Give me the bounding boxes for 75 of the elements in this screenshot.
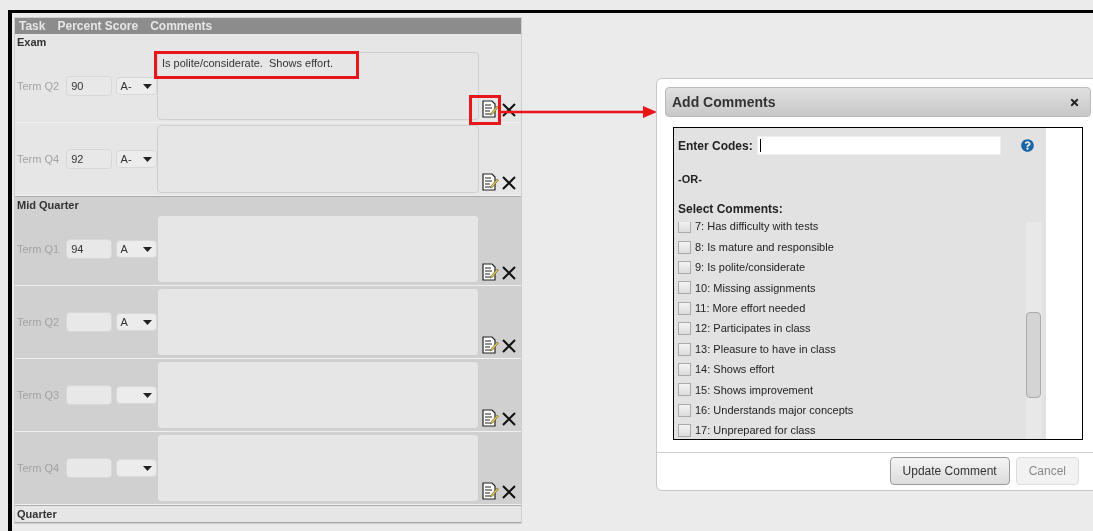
- score-field[interactable]: [66, 458, 112, 478]
- comment-option[interactable]: 13: Pleasure to have in class: [695, 340, 836, 358]
- delete-icon[interactable]: [501, 411, 517, 427]
- edit-note-icon[interactable]: [481, 409, 499, 427]
- grade-select[interactable]: [115, 459, 157, 477]
- select-comments-label: Select Comments:: [678, 200, 784, 218]
- term-label: Term Q2: [17, 78, 61, 94]
- dropdown-caret-icon: [143, 246, 152, 252]
- dropdown-caret-icon: [143, 319, 152, 325]
- delete-icon[interactable]: [501, 175, 517, 191]
- score-field[interactable]: [66, 312, 112, 332]
- comment-field[interactable]: Is polite/considerate. Shows effort.: [157, 52, 479, 120]
- comment-option[interactable]: 12: Participates in class: [695, 320, 811, 337]
- grade-select[interactable]: A: [115, 240, 157, 258]
- comment-option[interactable]: 14: Shows effort: [695, 361, 775, 378]
- dropdown-caret-icon: [143, 83, 152, 89]
- comment-option[interactable]: 11: More effort needed: [695, 300, 806, 317]
- edit-note-icon[interactable]: [481, 336, 499, 354]
- comment-checkbox[interactable]: [678, 281, 691, 295]
- grade-select[interactable]: A-: [115, 77, 157, 95]
- comment-checkbox[interactable]: [678, 240, 691, 254]
- comment-checkbox[interactable]: [678, 424, 691, 438]
- dropdown-caret-icon: [143, 465, 152, 471]
- update-comment-button[interactable]: Update Comment: [889, 457, 1010, 485]
- comment-option[interactable]: 7: Has difficulty with tests: [695, 221, 819, 235]
- comment-checkbox[interactable]: [678, 403, 691, 417]
- comment-checkbox[interactable]: [678, 383, 691, 397]
- comment-field[interactable]: [157, 215, 479, 283]
- comment-option[interactable]: 16: Understands major concepts: [695, 401, 854, 419]
- column-header: Comments: [150, 18, 213, 35]
- comment-option[interactable]: 17: Unprepared for class: [695, 422, 816, 439]
- grade-select[interactable]: A: [115, 313, 157, 331]
- dropdown-caret-icon: [143, 156, 152, 162]
- section-title: Exam: [17, 34, 47, 50]
- edit-note-icon[interactable]: [481, 173, 499, 191]
- edit-note-icon[interactable]: [481, 263, 499, 281]
- comment-checkbox[interactable]: [678, 260, 691, 274]
- comment-option[interactable]: 8: Is mature and responsible: [695, 238, 834, 256]
- comment-option[interactable]: 15: Shows improvement: [695, 381, 813, 399]
- codes-field[interactable]: [756, 136, 1001, 155]
- codes-label: Enter Codes:: [678, 137, 753, 155]
- grade-select[interactable]: [115, 386, 157, 404]
- column-header: Task: [19, 18, 46, 35]
- comment-field[interactable]: [157, 125, 479, 193]
- dialog-title: Add Comments: [672, 92, 776, 112]
- edit-note-icon[interactable]: [481, 100, 499, 118]
- column-header: Percent Score: [57, 18, 139, 35]
- comment-field[interactable]: [157, 288, 479, 356]
- delete-icon[interactable]: [501, 484, 517, 500]
- delete-icon[interactable]: [501, 102, 517, 118]
- comment-checkbox[interactable]: [678, 301, 691, 315]
- delete-icon[interactable]: [501, 265, 517, 281]
- scrollbar[interactable]: [1026, 221, 1042, 439]
- comment-checkbox[interactable]: [678, 362, 691, 376]
- grade-select[interactable]: A-: [115, 150, 157, 168]
- score-field[interactable]: [66, 385, 112, 405]
- comment-checkbox[interactable]: [678, 342, 691, 356]
- comment-field[interactable]: [157, 434, 479, 502]
- score-field[interactable]: 92: [66, 149, 112, 169]
- or-text: -OR-: [678, 172, 703, 187]
- comment-checkbox[interactable]: [678, 221, 691, 234]
- term-label: Term Q4: [17, 151, 61, 167]
- section-title: Mid Quarter: [17, 197, 79, 213]
- section-title: Quarter: [17, 506, 57, 522]
- comment-field[interactable]: [157, 361, 479, 429]
- dropdown-caret-icon: [143, 392, 152, 398]
- comment-option[interactable]: 10: Missing assignments: [695, 279, 816, 297]
- close-icon[interactable]: [1069, 96, 1080, 108]
- edit-note-icon[interactable]: [481, 482, 499, 500]
- delete-icon[interactable]: [501, 338, 517, 354]
- score-field[interactable]: 90: [66, 76, 112, 96]
- score-field[interactable]: 94: [66, 239, 112, 259]
- comment-checkbox[interactable]: [678, 322, 691, 336]
- comment-option[interactable]: 9: Is polite/considerate: [695, 259, 806, 276]
- help-icon[interactable]: [1020, 139, 1034, 152]
